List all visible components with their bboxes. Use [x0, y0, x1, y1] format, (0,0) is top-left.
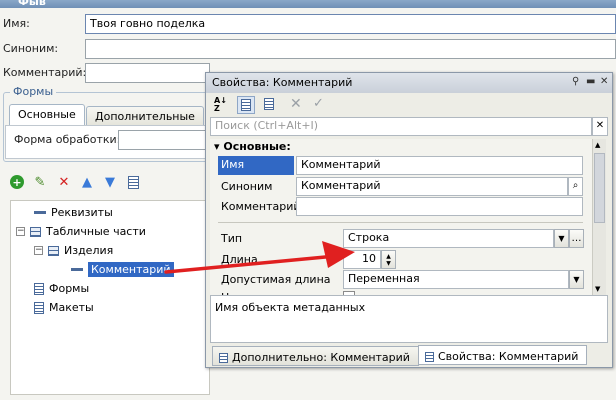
annotation-arrow: [164, 241, 355, 274]
annotation-arrow-head: [322, 241, 355, 268]
annotation-arrow-line: [164, 254, 338, 274]
